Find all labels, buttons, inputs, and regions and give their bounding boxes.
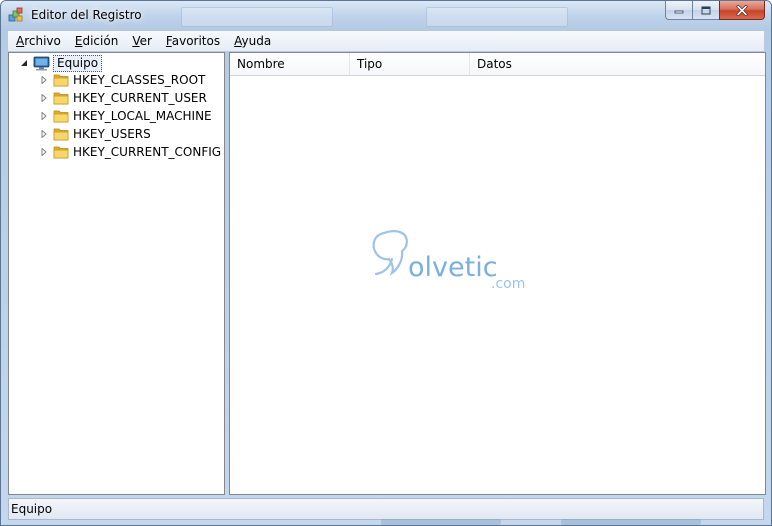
tree-item-hkey-current-config[interactable]: HKEY_CURRENT_CONFIG	[38, 143, 221, 161]
status-bar: Equipo	[8, 498, 764, 520]
close-button[interactable]	[719, 1, 765, 20]
background-window-ghost	[426, 7, 568, 27]
folder-icon	[53, 128, 69, 141]
column-header-datos[interactable]: Datos	[470, 53, 765, 75]
tree-item-hkey-current-user[interactable]: HKEY_CURRENT_USER	[38, 89, 207, 107]
close-icon	[736, 4, 748, 16]
folder-icon	[53, 92, 69, 105]
computer-icon	[33, 56, 50, 70]
maximize-button[interactable]	[692, 1, 719, 20]
tree-pane[interactable]: Equipo HKEY_CLASSES_ROOT HKEY_CURRENT_US…	[8, 52, 225, 495]
menu-bar: Archivo Edición Ver Favoritos Ayuda	[8, 31, 764, 51]
tree-item-label: HKEY_LOCAL_MACHINE	[73, 109, 212, 123]
minimize-button[interactable]	[665, 1, 692, 20]
minimize-icon	[674, 10, 684, 14]
menu-edicion[interactable]: Edición	[68, 31, 125, 51]
menu-edicion-label: dición	[82, 34, 119, 48]
expand-arrow-icon[interactable]	[38, 74, 50, 86]
tree-item-label: HKEY_CURRENT_CONFIG	[73, 145, 222, 159]
maximize-icon	[701, 6, 711, 14]
menu-ayuda-label: yuda	[241, 34, 272, 48]
menu-archivo-mnemonic: A	[16, 34, 25, 48]
menu-favoritos-label: avoritos	[171, 34, 221, 48]
registry-editor-window: Editor del Registro Archivo Edición Ver …	[0, 0, 772, 526]
window-title: Editor del Registro	[31, 8, 142, 22]
title-bar[interactable]: Editor del Registro	[1, 1, 771, 31]
registry-editor-icon	[8, 7, 23, 22]
menu-favoritos[interactable]: Favoritos	[159, 31, 227, 51]
caption-buttons	[665, 1, 765, 21]
tree-item-hkey-local-machine[interactable]: HKEY_LOCAL_MACHINE	[38, 107, 212, 125]
tree-item-label: HKEY_CURRENT_USER	[73, 91, 207, 105]
tree-item-hkey-classes-root[interactable]: HKEY_CLASSES_ROOT	[38, 71, 205, 89]
menu-archivo-label: rchivo	[24, 34, 61, 48]
column-header-tipo[interactable]: Tipo	[350, 53, 470, 75]
column-header-row: Nombre Tipo Datos	[230, 53, 765, 76]
menu-archivo[interactable]: Archivo	[8, 31, 68, 51]
menu-ayuda[interactable]: Ayuda	[227, 31, 278, 51]
tree-item-hkey-users[interactable]: HKEY_USERS	[38, 125, 151, 143]
menu-ayuda-mnemonic: A	[234, 34, 242, 48]
background-window-ghost	[181, 7, 333, 27]
status-text: Equipo	[11, 502, 53, 516]
tree-item-label: HKEY_USERS	[73, 127, 151, 141]
folder-icon	[53, 146, 69, 159]
tree-root-label: Equipo	[53, 54, 103, 72]
expand-arrow-icon[interactable]	[38, 92, 50, 104]
column-header-nombre[interactable]: Nombre	[230, 53, 350, 75]
menu-ver-mnemonic: V	[132, 34, 140, 48]
background-window-ghost	[561, 519, 701, 525]
tree-item-label: HKEY_CLASSES_ROOT	[73, 73, 206, 87]
tree-root-equipo[interactable]: Equipo	[18, 54, 103, 72]
expand-arrow-icon[interactable]	[38, 110, 50, 122]
folder-icon	[53, 110, 69, 123]
solvetic-watermark-logo: olvetic .com	[372, 230, 525, 292]
menu-ver[interactable]: Ver	[125, 31, 159, 51]
values-list-pane[interactable]: Nombre Tipo Datos olvetic .com	[229, 52, 766, 495]
menu-ver-label: er	[139, 34, 152, 48]
background-window-ghost	[381, 519, 501, 525]
expand-arrow-icon[interactable]	[38, 146, 50, 158]
watermark-suffix-text: .com	[491, 276, 525, 292]
watermark-brand-text: olvetic	[408, 252, 498, 283]
folder-icon	[53, 74, 69, 87]
collapse-arrow-icon[interactable]	[18, 57, 30, 69]
expand-arrow-icon[interactable]	[38, 128, 50, 140]
